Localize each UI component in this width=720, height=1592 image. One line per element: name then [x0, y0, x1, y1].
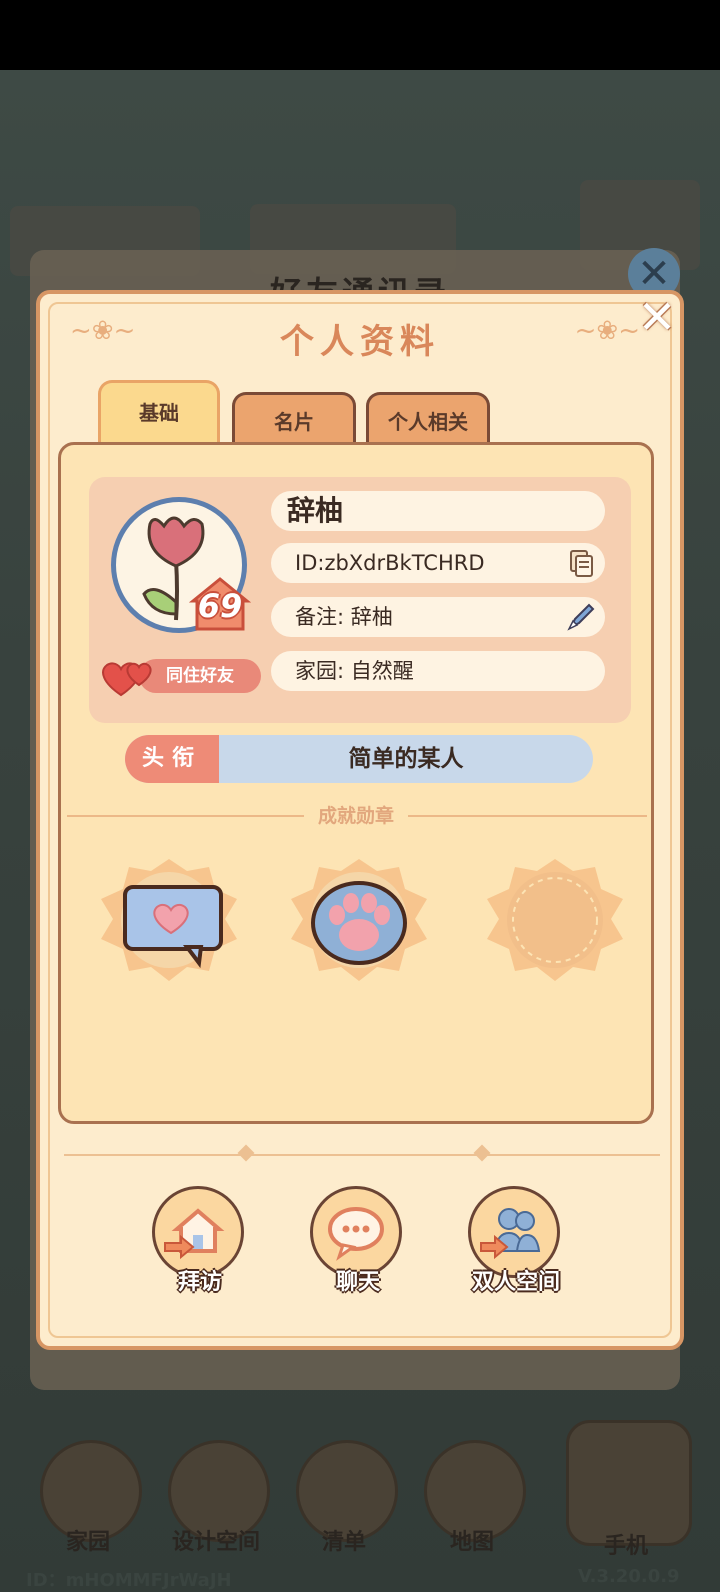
remark-text: 备注: 辞柚: [295, 605, 393, 629]
nav-design-label: 设计空间: [171, 1530, 260, 1555]
couple-space-label: 双人空间: [471, 1270, 560, 1295]
status-bar: [0, 0, 720, 70]
medal-paw[interactable]: [281, 855, 437, 985]
level-badge: 69: [188, 575, 252, 631]
chat-heart-icon: [101, 859, 237, 981]
relation-label: 同住好友: [139, 659, 261, 693]
achievements-heading: 成就勋章: [61, 801, 651, 828]
close-button[interactable]: ✕: [634, 294, 680, 340]
friend-name: 辞柚: [271, 491, 605, 531]
title-bar: 头衔 简单的某人: [125, 735, 593, 783]
chat-bubble-icon: [328, 1207, 384, 1261]
empty-medal-icon: [487, 859, 623, 981]
tab-card[interactable]: 名片: [232, 392, 356, 448]
player-id-label: ID：mHOMMFJrWaJH: [26, 1570, 232, 1591]
nav-map-label: 地图: [449, 1530, 494, 1555]
friend-id: ID:zbXdrBkTCHRD: [295, 551, 485, 575]
medal-chat-heart[interactable]: [91, 855, 247, 985]
version-label: V.3.20.0.9: [578, 1566, 680, 1587]
hearts-icon: [102, 662, 152, 697]
paw-icon: [291, 859, 427, 981]
friend-id-row: ID:zbXdrBkTCHRD: [271, 543, 605, 583]
medal-empty: [477, 855, 633, 985]
relation-badge: 同住好友: [99, 655, 261, 697]
level-number: 69: [197, 587, 243, 625]
title-tag: 头衔: [125, 735, 219, 783]
tab-basic[interactable]: 基础: [98, 380, 220, 444]
nav-phone-label: 手机: [603, 1534, 648, 1559]
visit-button[interactable]: 拜访: [152, 1186, 248, 1295]
dialog-title: 个人资料: [280, 322, 440, 362]
nav-list-label: 清单: [321, 1530, 366, 1555]
couple-space-button[interactable]: 双人空间: [468, 1186, 564, 1295]
visit-home-icon: [164, 1208, 225, 1260]
profile-dialog: ~❀~ ~❀~ 个人资料 ✕ 基础 名片 个人相关 69 同住好友 辞柚 ID:…: [36, 290, 684, 1350]
visit-label: 拜访: [177, 1270, 222, 1295]
tab-content-panel: 69 同住好友 辞柚 ID:zbXdrBkTCHRD 备注: 辞柚 家园: 自然…: [58, 442, 654, 1124]
title-value: 简单的某人: [348, 746, 464, 772]
two-people-icon: [480, 1208, 541, 1260]
copy-icon[interactable]: [567, 549, 595, 577]
chat-button[interactable]: 聊天: [310, 1186, 406, 1295]
achievements-label: 成就勋章: [303, 805, 408, 827]
home-name: 家园: 自然醒: [295, 659, 414, 683]
home-row: 家园: 自然醒: [271, 651, 605, 691]
remark-row: 备注: 辞柚: [271, 597, 605, 637]
nav-home-label: 家园: [65, 1530, 110, 1555]
edit-pencil-icon[interactable]: [567, 603, 595, 631]
profile-card: 69 同住好友 辞柚 ID:zbXdrBkTCHRD 备注: 辞柚 家园: 自然…: [89, 477, 631, 723]
tab-personal[interactable]: 个人相关: [366, 392, 490, 448]
chat-label: 聊天: [335, 1270, 380, 1295]
actions-divider: [64, 1154, 660, 1156]
